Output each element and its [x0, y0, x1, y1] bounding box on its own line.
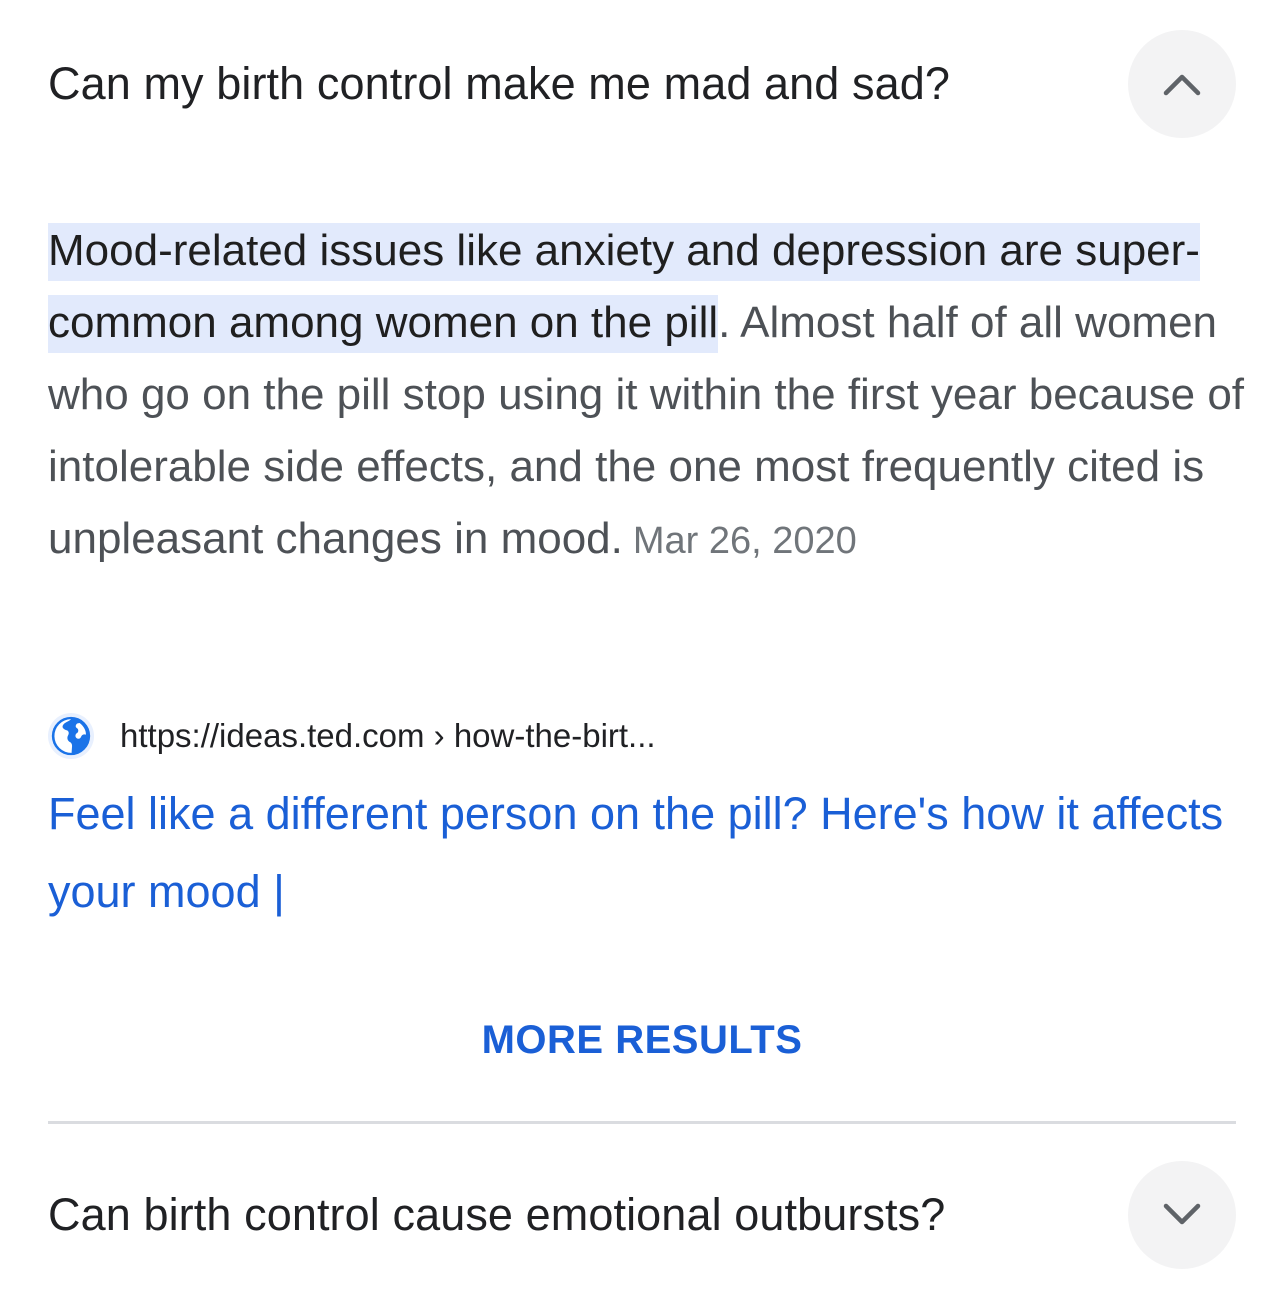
expand-button[interactable]: [1128, 1161, 1236, 1269]
chevron-up-icon: [1162, 71, 1202, 97]
divider: [48, 1121, 1236, 1124]
chevron-down-icon: [1162, 1202, 1202, 1228]
result-title-link[interactable]: Feel like a different person on the pill…: [48, 775, 1238, 931]
answer-snippet: Mood-related issues like anxiety and dep…: [48, 215, 1248, 577]
source-row[interactable]: https://ideas.ted.com › how-the-birt...: [48, 712, 656, 760]
faq-question-2[interactable]: Can birth control cause emotional outbur…: [48, 1161, 1236, 1269]
faq-question-text: Can birth control cause emotional outbur…: [48, 1189, 946, 1240]
source-url: https://ideas.ted.com › how-the-birt...: [120, 717, 656, 754]
more-results-button[interactable]: MORE RESULTS: [0, 1018, 1284, 1063]
answer-date: Mar 26, 2020: [632, 520, 857, 562]
collapse-button[interactable]: [1128, 30, 1236, 138]
faq-question-text: Can my birth control make me mad and sad…: [48, 58, 951, 109]
globe-icon: [48, 713, 94, 759]
faq-question-1[interactable]: Can my birth control make me mad and sad…: [48, 30, 1236, 138]
